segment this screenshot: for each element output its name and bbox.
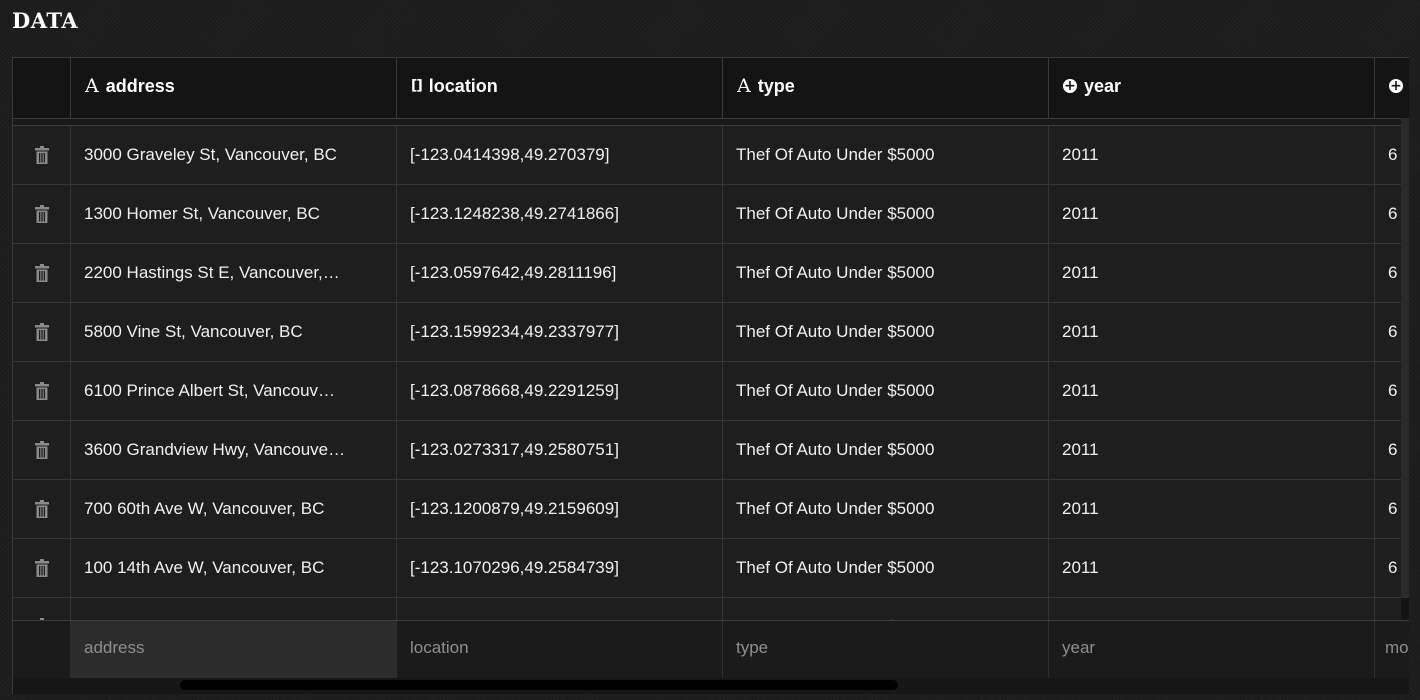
trash-icon[interactable] [34,366,49,400]
row-actions-cell [13,362,71,420]
cell-year[interactable]: 2011 [1049,480,1375,538]
cell-location[interactable]: [-123.1248238,49.2741866] [397,185,723,243]
cell-address[interactable]: 5800 Vine St, Vancouver, BC [71,303,397,361]
cell-year[interactable]: 2011 [1049,539,1375,597]
year-filter-input[interactable]: year [1049,621,1375,679]
vertical-scrollbar[interactable] [1401,118,1409,620]
trash-icon[interactable] [34,307,49,341]
cell-address[interactable]: 700 60th Ave W, Vancouver, BC [71,480,397,538]
table-row[interactable]: 3600 Grandview Hwy, Vancouve… [-123.02733… [13,421,1409,480]
filter-row: address location type year mo [13,620,1409,679]
cell-year[interactable]: 2011 [1049,244,1375,302]
table-row[interactable]: 700 60th Ave W, Vancouver, BC [-123.12008… [13,480,1409,539]
cell-location[interactable]: [-123.0597642,49.2811196] [397,244,723,302]
cell-location[interactable]: [-123.1599234,49.2337977] [397,303,723,361]
cell-type[interactable]: Thef Of Auto Under $5000 [723,421,1049,479]
table-row[interactable]: 100 14th Ave W, Vancouver, BC [-123.10702… [13,539,1409,598]
table-row[interactable]: 3000 Graveley St, Vancouver, BC [-123.041… [13,126,1409,185]
cell-address[interactable]: 3000 Graveley St, Vancouver, BC [71,126,397,184]
number-type-icon: + [1063,78,1077,94]
address-filter-input[interactable]: address [71,621,397,679]
trash-icon[interactable] [34,602,49,621]
trash-icon[interactable] [34,130,49,164]
column-header-label: type [757,76,795,96]
column-header-next[interactable]: + [1375,58,1409,118]
next-filter-input[interactable]: mo [1375,621,1409,679]
cell-address[interactable]: 6100 Prince Albert St, Vancouv… [71,362,397,420]
row-actions-cell [13,185,71,243]
column-header-label: location [428,76,498,96]
row-actions-cell [13,303,71,361]
cell-year[interactable]: 2011 [1049,421,1375,479]
cell-address[interactable]: 1300 Homer St, Vancouver, BC [71,185,397,243]
string-type-icon: A [85,75,99,97]
cell-address[interactable]: 100 14th Ave W, Vancouver, BC [71,539,397,597]
trash-icon[interactable] [34,484,49,518]
cell-type[interactable]: Thef Of Auto Under $5000 [723,362,1049,420]
cell-address[interactable]: 3600 Grandview Hwy, Vancouve… [71,421,397,479]
cell-type[interactable]: Thef Of Auto Under $5000 [723,303,1049,361]
row-actions-cell [13,480,71,538]
row-actions-cell [13,539,71,597]
table-row[interactable]: 1300 Homer St, Vancouver, BC [-123.124823… [13,185,1409,244]
cell-type[interactable]: Thef Of Auto Under $5000 [723,185,1049,243]
cell-type[interactable]: Thef Of Auto Under $5000 [723,539,1049,597]
horizontal-scrollbar[interactable] [13,678,1409,694]
row-actions-cell [13,421,71,479]
cell-address[interactable]: 500 60th Ave E, Vancouver, BC [71,598,397,621]
string-type-icon: A [737,75,751,97]
cell-year[interactable]: 2011 [1049,126,1375,184]
trash-icon[interactable] [34,543,49,577]
cell-year[interactable]: 2011 [1049,303,1375,361]
trash-icon[interactable] [34,248,49,282]
column-header-address[interactable]: Aaddress [71,58,397,118]
row-actions-cell [13,126,71,184]
cell-type[interactable]: Thef Of Auto Under $5000 [723,598,1049,621]
cell-location[interactable]: [-123.0942156,49.21568] [397,598,723,621]
cell-location[interactable]: [-123.0273317,49.2580751] [397,421,723,479]
trash-icon[interactable] [34,425,49,459]
number-type-icon: + [1389,78,1403,94]
table-row[interactable]: 6100 Prince Albert St, Vancouv… [-123.087… [13,362,1409,421]
column-header-label: year [1084,76,1122,96]
cell-location[interactable]: [-123.0878668,49.2291259] [397,362,723,420]
grid-body: 3000 Graveley St, Vancouver, BC [-123.041… [13,125,1409,621]
cell-type[interactable]: Thef Of Auto Under $5000 [723,244,1049,302]
grid-header-row: Aaddress [] location Atype + year + [13,58,1409,119]
cell-year[interactable]: 2011 [1049,598,1375,621]
column-header-type[interactable]: Atype [723,58,1049,118]
cell-location[interactable]: [-123.1070296,49.2584739] [397,539,723,597]
page-title: DATA [12,8,79,33]
data-grid: Aaddress [] location Atype + year + 3000 G… [12,57,1409,694]
cell-type[interactable]: Thef Of Auto Under $5000 [723,480,1049,538]
array-type-icon: [] [411,78,423,94]
column-header-label: address [105,76,175,96]
cell-year[interactable]: 2011 [1049,362,1375,420]
column-header-year[interactable]: + year [1049,58,1375,118]
cell-year[interactable]: 2011 [1049,185,1375,243]
location-filter-input[interactable]: location [397,621,723,679]
filter-actions-cell [13,621,71,679]
table-row[interactable]: 5800 Vine St, Vancouver, BC [-123.1599234… [13,303,1409,362]
cell-location[interactable]: [-123.1200879,49.2159609] [397,480,723,538]
row-actions-cell [13,598,71,621]
trash-icon[interactable] [34,189,49,223]
header-actions-cell [13,58,71,118]
column-header-location[interactable]: [] location [397,58,723,118]
cell-type[interactable]: Thef Of Auto Under $5000 [723,126,1049,184]
horizontal-scrollbar-thumb[interactable] [180,680,898,690]
row-actions-cell [13,244,71,302]
table-row[interactable]: 500 60th Ave E, Vancouver, BC[-123.09421… [13,598,1409,621]
cell-location[interactable]: [-123.0414398,49.270379] [397,126,723,184]
table-row[interactable]: 2200 Hastings St E, Vancouver,… [-123.059… [13,244,1409,303]
vertical-scrollbar-thumb[interactable] [1401,118,1409,598]
type-filter-input[interactable]: type [723,621,1049,679]
cell-address[interactable]: 2200 Hastings St E, Vancouver,… [71,244,397,302]
